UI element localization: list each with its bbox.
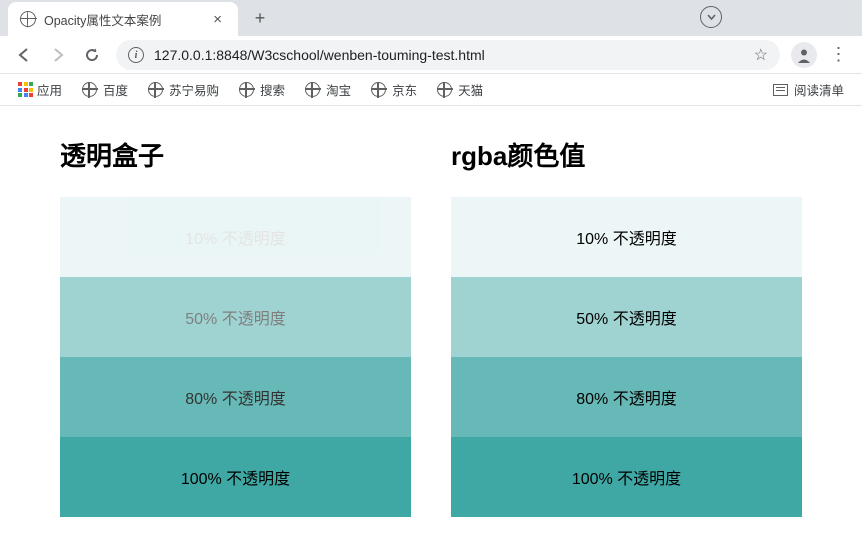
bookmarks-bar: 应用 百度 苏宁易购 搜索 淘宝 京东 天猫 阅读清单 [0,74,862,106]
bookmark-item[interactable]: 天猫 [429,76,491,103]
bookmark-item[interactable]: 搜索 [231,76,293,103]
rgba-box-50: 50% 不透明度 [451,277,802,357]
site-info-icon[interactable]: i [128,47,144,63]
bookmark-item[interactable]: 淘宝 [297,76,359,103]
address-bar[interactable]: i 127.0.0.1:8848/W3cschool/wenben-toumin… [116,40,780,70]
box-label: 100% 不透明度 [572,465,681,489]
heading-rgba: rgba颜色值 [451,136,802,173]
apps-icon [18,82,33,97]
bookmark-label: 天猫 [458,80,483,99]
opacity-box-100: 100% 不透明度 [60,437,411,517]
bookmark-label: 搜索 [260,80,285,99]
toolbar: i 127.0.0.1:8848/W3cschool/wenben-toumin… [0,36,862,74]
rgba-box-10: 10% 不透明度 [451,197,802,277]
apps-button[interactable]: 应用 [10,76,70,103]
url-text: 127.0.0.1:8848/W3cschool/wenben-touming-… [154,47,744,63]
kebab-icon: ⋮ [830,44,847,65]
globe-icon [371,82,386,97]
bookmark-label: 百度 [103,80,128,99]
box-label: 100% 不透明度 [181,465,290,489]
tab-strip: Opacity属性文本案例 × + [0,0,862,36]
tabs-dropdown[interactable] [700,6,722,28]
reload-button[interactable] [76,39,108,71]
bookmark-label: 京东 [392,80,417,99]
bookmark-label: 淘宝 [326,80,351,99]
bookmark-star-icon[interactable]: ☆ [754,45,768,65]
list-icon [773,84,788,96]
reading-list-button[interactable]: 阅读清单 [765,76,852,103]
bookmark-item[interactable]: 苏宁易购 [140,76,227,103]
globe-icon [148,82,163,97]
tab-title: Opacity属性文本案例 [44,10,203,29]
new-tab-button[interactable]: + [246,4,274,32]
heading-opacity: 透明盒子 [60,136,411,173]
bookmark-label: 苏宁易购 [169,80,219,99]
avatar-icon [791,42,817,68]
reading-list-label: 阅读清单 [794,80,844,99]
close-icon[interactable]: × [209,11,226,28]
menu-button[interactable]: ⋮ [822,39,854,71]
opacity-box-10: 10% 不透明度 [60,197,411,277]
globe-icon [82,82,97,97]
page-content: 透明盒子 10% 不透明度 50% 不透明度 80% 不透明度 100% 不透明… [0,106,862,547]
browser-tab[interactable]: Opacity属性文本案例 × [8,2,238,36]
box-label: 50% 不透明度 [185,305,285,329]
opacity-column: 透明盒子 10% 不透明度 50% 不透明度 80% 不透明度 100% 不透明… [60,136,411,517]
bookmark-item[interactable]: 京东 [363,76,425,103]
chevron-down-icon [700,6,722,28]
globe-icon [20,11,36,27]
profile-button[interactable] [788,39,820,71]
globe-icon [305,82,320,97]
rgba-box-80: 80% 不透明度 [451,357,802,437]
box-label: 10% 不透明度 [185,225,285,249]
back-button[interactable] [8,39,40,71]
box-label: 10% 不透明度 [576,225,676,249]
rgba-box-100: 100% 不透明度 [451,437,802,517]
opacity-box-50: 50% 不透明度 [60,277,411,357]
opacity-box-80: 80% 不透明度 [60,357,411,437]
globe-icon [239,82,254,97]
box-label: 80% 不透明度 [576,385,676,409]
globe-icon [437,82,452,97]
bookmark-item[interactable]: 百度 [74,76,136,103]
rgba-column: rgba颜色值 10% 不透明度 50% 不透明度 80% 不透明度 100% … [451,136,802,517]
apps-label: 应用 [37,80,62,99]
forward-button [42,39,74,71]
box-label: 80% 不透明度 [185,385,285,409]
box-label: 50% 不透明度 [576,305,676,329]
